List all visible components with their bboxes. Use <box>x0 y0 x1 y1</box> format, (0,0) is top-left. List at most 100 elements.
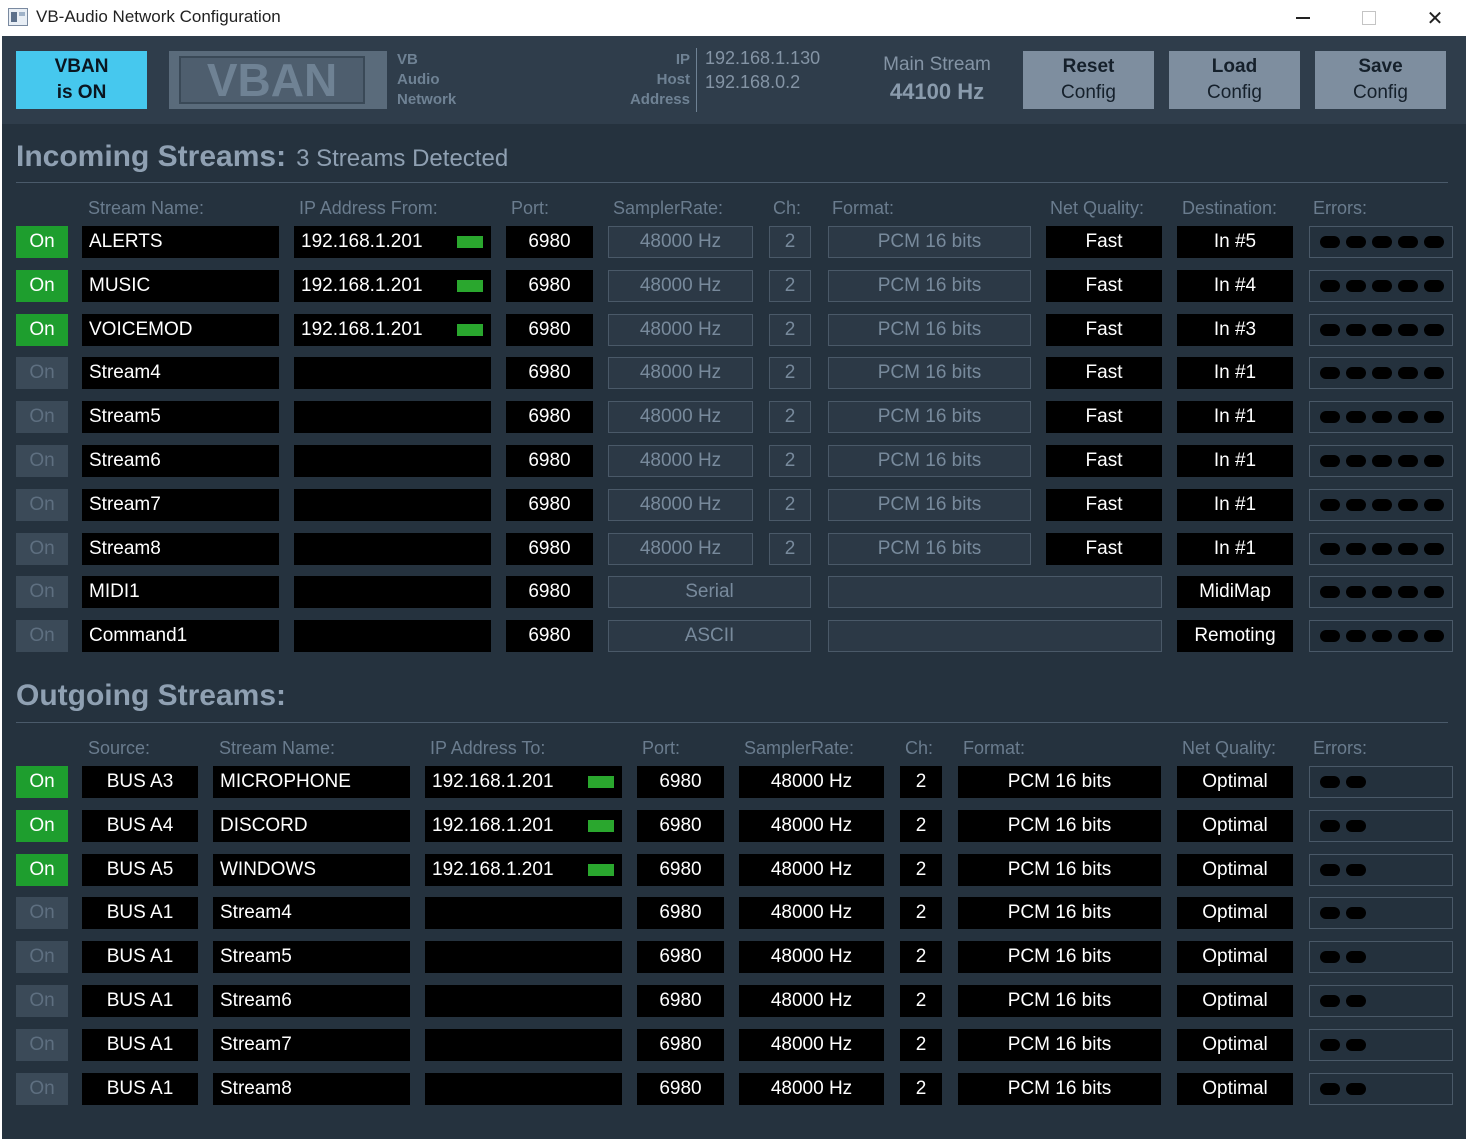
source-bus-selector[interactable]: BUS A1 <box>82 941 198 974</box>
ip-address-to-field[interactable]: 192.168.1.201 <box>425 809 622 842</box>
port-field[interactable]: 6980 <box>637 1072 724 1105</box>
source-bus-selector[interactable]: BUS A5 <box>82 853 198 886</box>
port-field[interactable]: 6980 <box>506 313 593 346</box>
destination-selector[interactable]: Remoting <box>1177 620 1293 653</box>
ip-address-to-field[interactable] <box>425 1072 622 1105</box>
source-bus-selector[interactable]: BUS A3 <box>82 766 198 798</box>
sample-rate-selector[interactable]: 48000 Hz <box>739 985 884 1017</box>
destination-selector[interactable]: In #1 <box>1177 445 1293 477</box>
ip-address-from-field[interactable]: 192.168.1.201 <box>294 226 491 258</box>
port-field[interactable]: 6980 <box>506 488 593 521</box>
stream-name-field[interactable]: Stream7 <box>213 1028 410 1061</box>
channels-selector[interactable]: 2 <box>900 1072 942 1105</box>
net-quality-selector[interactable]: Fast <box>1046 269 1162 302</box>
destination-selector[interactable]: In #1 <box>1177 357 1293 390</box>
stream-on-toggle[interactable]: On <box>16 897 68 930</box>
channels-selector[interactable]: 2 <box>900 985 942 1017</box>
sample-rate-selector[interactable]: 48000 Hz <box>739 766 884 798</box>
net-quality-selector[interactable]: Fast <box>1046 226 1162 258</box>
source-bus-selector[interactable]: BUS A1 <box>82 897 198 930</box>
net-quality-selector[interactable]: Fast <box>1046 488 1162 521</box>
save-config-button[interactable]: Save Config <box>1315 51 1446 109</box>
destination-selector[interactable]: MidiMap <box>1177 576 1293 609</box>
stream-on-toggle[interactable]: On <box>16 1028 68 1061</box>
net-quality-selector[interactable]: Fast <box>1046 445 1162 477</box>
format-selector[interactable]: PCM 16 bits <box>958 853 1161 886</box>
port-field[interactable]: 6980 <box>506 620 593 653</box>
port-field[interactable]: 6980 <box>637 941 724 974</box>
port-field[interactable]: 6980 <box>637 985 724 1017</box>
format-selector[interactable]: PCM 16 bits <box>958 897 1161 930</box>
net-quality-selector[interactable]: Optimal <box>1177 853 1293 886</box>
stream-name-field[interactable]: WINDOWS <box>213 853 410 886</box>
stream-name-field[interactable]: Command1 <box>82 620 279 653</box>
ip-address-from-field[interactable] <box>294 532 491 565</box>
stream-on-toggle[interactable]: On <box>16 445 68 477</box>
net-quality-selector[interactable]: Fast <box>1046 357 1162 390</box>
format-selector[interactable]: PCM 16 bits <box>958 766 1161 798</box>
stream-name-field[interactable]: Stream5 <box>213 941 410 974</box>
stream-on-toggle[interactable]: On <box>16 941 68 974</box>
ip-address-from-field[interactable] <box>294 445 491 477</box>
format-selector[interactable]: PCM 16 bits <box>958 1072 1161 1105</box>
ip-address-to-field[interactable]: 192.168.1.201 <box>425 766 622 798</box>
format-selector[interactable]: PCM 16 bits <box>958 1028 1161 1061</box>
destination-selector[interactable]: In #5 <box>1177 226 1293 258</box>
minimize-button[interactable] <box>1270 0 1336 36</box>
net-quality-selector[interactable]: Fast <box>1046 401 1162 434</box>
channels-selector[interactable]: 2 <box>900 941 942 974</box>
channels-selector[interactable]: 2 <box>900 897 942 930</box>
destination-selector[interactable]: In #1 <box>1177 401 1293 434</box>
ip-address-to-field[interactable]: 192.168.1.201 <box>425 853 622 886</box>
close-button[interactable]: ✕ <box>1402 0 1468 36</box>
source-bus-selector[interactable]: BUS A1 <box>82 985 198 1017</box>
port-field[interactable]: 6980 <box>506 445 593 477</box>
sample-rate-selector[interactable]: 48000 Hz <box>739 1072 884 1105</box>
ip-address-from-field[interactable] <box>294 576 491 609</box>
port-field[interactable]: 6980 <box>506 576 593 609</box>
sample-rate-selector[interactable]: 48000 Hz <box>739 897 884 930</box>
stream-on-toggle[interactable]: On <box>16 985 68 1017</box>
ip-address-from-field[interactable]: 192.168.1.201 <box>294 269 491 302</box>
port-field[interactable]: 6980 <box>506 401 593 434</box>
stream-name-field[interactable]: DISCORD <box>213 809 410 842</box>
stream-name-field[interactable]: Stream8 <box>82 532 279 565</box>
port-field[interactable]: 6980 <box>637 897 724 930</box>
ip-address-from-field[interactable] <box>294 401 491 434</box>
net-quality-selector[interactable]: Optimal <box>1177 1072 1293 1105</box>
stream-on-toggle[interactable]: On <box>16 313 68 346</box>
ip-address-to-field[interactable] <box>425 897 622 930</box>
load-config-button[interactable]: Load Config <box>1169 51 1300 109</box>
stream-on-toggle[interactable]: On <box>16 853 68 886</box>
vban-toggle-button[interactable]: VBAN is ON <box>16 51 147 109</box>
net-quality-selector[interactable]: Optimal <box>1177 1028 1293 1061</box>
stream-name-field[interactable]: Stream7 <box>82 488 279 521</box>
stream-on-toggle[interactable]: On <box>16 576 68 609</box>
ip-address-from-field[interactable] <box>294 357 491 390</box>
source-bus-selector[interactable]: BUS A4 <box>82 809 198 842</box>
ip-address-to-field[interactable] <box>425 985 622 1017</box>
ip-address-from-field[interactable]: 192.168.1.201 <box>294 313 491 346</box>
port-field[interactable]: 6980 <box>506 357 593 390</box>
stream-on-toggle[interactable]: On <box>16 532 68 565</box>
stream-name-field[interactable]: ALERTS <box>82 226 279 258</box>
port-field[interactable]: 6980 <box>637 809 724 842</box>
source-bus-selector[interactable]: BUS A1 <box>82 1072 198 1105</box>
stream-on-toggle[interactable]: On <box>16 226 68 258</box>
format-selector[interactable]: PCM 16 bits <box>958 809 1161 842</box>
sample-rate-selector[interactable]: 48000 Hz <box>739 1028 884 1061</box>
net-quality-selector[interactable]: Optimal <box>1177 941 1293 974</box>
ip-address-from-field[interactable] <box>294 488 491 521</box>
stream-on-toggle[interactable]: On <box>16 357 68 390</box>
port-field[interactable]: 6980 <box>506 532 593 565</box>
ip-address-to-field[interactable] <box>425 1028 622 1061</box>
sample-rate-selector[interactable]: 48000 Hz <box>739 809 884 842</box>
destination-selector[interactable]: In #1 <box>1177 532 1293 565</box>
format-selector[interactable]: PCM 16 bits <box>958 941 1161 974</box>
stream-name-field[interactable]: Stream6 <box>213 985 410 1017</box>
channels-selector[interactable]: 2 <box>900 1028 942 1061</box>
port-field[interactable]: 6980 <box>506 269 593 302</box>
net-quality-selector[interactable]: Fast <box>1046 313 1162 346</box>
channels-selector[interactable]: 2 <box>900 766 942 798</box>
stream-on-toggle[interactable]: On <box>16 401 68 434</box>
